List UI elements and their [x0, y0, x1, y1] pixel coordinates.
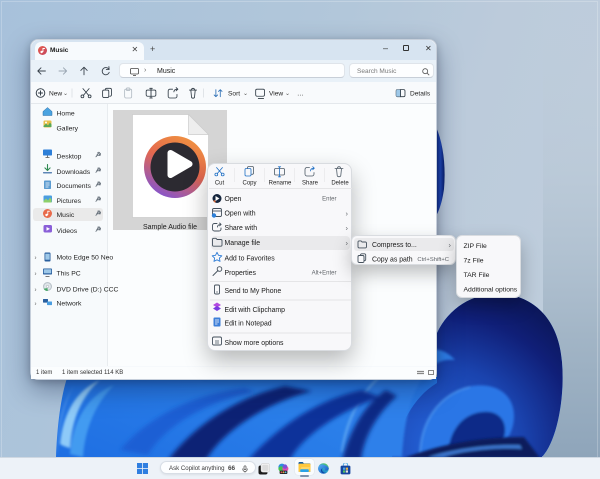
svg-text:Rename: Rename	[269, 181, 292, 187]
svg-text:Home: Home	[57, 111, 75, 118]
svg-text:Delete: Delete	[331, 181, 349, 187]
svg-text:Copy as path: Copy as path	[372, 257, 413, 264]
svg-text:›: ›	[35, 302, 37, 308]
svg-text:⌄: ⌄	[243, 91, 248, 97]
svg-text:›: ›	[346, 209, 349, 218]
svg-text:›: ›	[35, 288, 37, 294]
svg-text:This PC: This PC	[57, 271, 81, 278]
svg-text:Add to Favorites: Add to Favorites	[225, 256, 276, 263]
svg-text:Ctrl+Shift+C: Ctrl+Shift+C	[417, 257, 449, 263]
svg-text:›: ›	[35, 272, 37, 278]
svg-text:Copy: Copy	[242, 181, 256, 187]
svg-text:Videos: Videos	[57, 228, 78, 235]
svg-text:Details: Details	[410, 90, 431, 97]
svg-text:Show more options: Show more options	[225, 340, 285, 347]
svg-text:ZIP File: ZIP File	[464, 243, 488, 250]
svg-text:›: ›	[449, 241, 452, 250]
svg-text:7z File: 7z File	[464, 258, 484, 265]
svg-text:Pictures: Pictures	[57, 198, 82, 205]
svg-text:Edit in Notepad: Edit in Notepad	[225, 321, 272, 328]
svg-text:Share with: Share with	[225, 225, 258, 232]
svg-text:⌄: ⌄	[63, 91, 68, 97]
svg-text:Music: Music	[57, 212, 75, 219]
svg-text:…: …	[297, 90, 304, 97]
svg-text:Documents: Documents	[57, 183, 92, 190]
svg-text:View: View	[269, 90, 283, 97]
svg-text:Manage file: Manage file	[225, 240, 261, 247]
svg-text:›: ›	[346, 239, 349, 248]
svg-text:›: ›	[346, 224, 349, 233]
svg-text:Open: Open	[225, 196, 242, 203]
svg-text:Alt+Enter: Alt+Enter	[312, 271, 337, 277]
svg-text:Open with: Open with	[225, 211, 256, 218]
svg-text:Gallery: Gallery	[57, 126, 79, 133]
svg-text:Sort: Sort	[228, 90, 240, 97]
svg-text:Cut: Cut	[215, 181, 225, 187]
svg-text:TAR File: TAR File	[464, 272, 490, 279]
svg-text:Properties: Properties	[225, 270, 257, 277]
svg-text:Network: Network	[57, 301, 83, 308]
svg-text:Downloads: Downloads	[57, 169, 91, 176]
svg-text:›: ›	[35, 256, 37, 262]
svg-text:Compress to...: Compress to...	[372, 242, 417, 249]
svg-text:Desktop: Desktop	[57, 154, 82, 161]
svg-text:Send to My Phone: Send to My Phone	[225, 288, 282, 295]
svg-text:Edit with Clipchamp: Edit with Clipchamp	[225, 307, 286, 314]
svg-text:Moto Edge 50 Neo: Moto Edge 50 Neo	[57, 255, 114, 262]
svg-text:Additional options: Additional options	[464, 287, 518, 294]
svg-text:⌄: ⌄	[285, 91, 290, 97]
svg-text:Enter: Enter	[322, 197, 336, 203]
svg-text:Share: Share	[302, 181, 319, 187]
svg-text:DVD Drive (D:) CCC: DVD Drive (D:) CCC	[57, 287, 119, 294]
svg-text:New: New	[49, 90, 62, 97]
